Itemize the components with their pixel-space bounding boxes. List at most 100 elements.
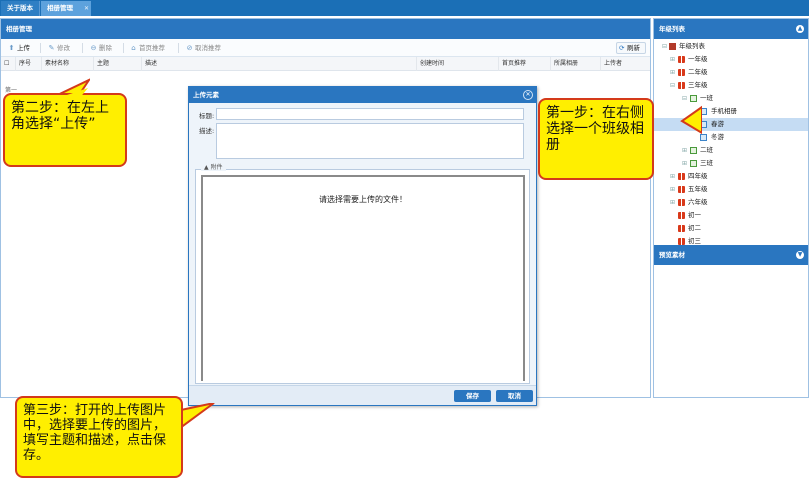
tree-item-label: 初二 xyxy=(688,224,701,232)
callout-step1: 第一步：在右侧选择一个班级相册 xyxy=(538,98,654,180)
column-header[interactable]: 主题 xyxy=(93,57,141,71)
class-icon xyxy=(690,147,697,154)
callout-step2: 第二步：在左上角选择“上传” xyxy=(3,93,127,167)
title-label: 标题: xyxy=(199,112,215,120)
edit-label: 修改 xyxy=(57,44,70,52)
grade-icon xyxy=(678,238,685,245)
class-icon xyxy=(690,95,697,102)
expand-icon[interactable]: ⊞ xyxy=(670,170,676,183)
tree-item-label: 年级列表 xyxy=(679,42,705,50)
panel-title: 年级列表 xyxy=(654,19,808,39)
collapse-icon[interactable]: ▼ xyxy=(796,251,804,259)
edit-button[interactable]: ✎ 修改 xyxy=(47,42,77,54)
tree-item-class[interactable]: ⊞ 二班 xyxy=(654,144,808,157)
expand-icon[interactable]: ⊞ xyxy=(670,196,676,209)
column-header[interactable]: 描述 xyxy=(141,57,416,71)
tree-item-label: 春游 xyxy=(711,120,724,128)
grade-icon xyxy=(678,186,685,193)
tree-item-grade[interactable]: 初二 xyxy=(654,222,808,235)
panel-title: 相册管理 xyxy=(1,19,650,39)
grid-header: ☐ 序号 素材名称 主题 描述 创建时间 首页推荐 所属相册 上传者 xyxy=(1,57,650,71)
cancel-icon: ⊘ xyxy=(186,44,193,52)
tab-album-management[interactable]: 相册管理 ✕ xyxy=(41,1,91,16)
recommend-button[interactable]: ⌂ 首页推荐 xyxy=(129,42,173,54)
close-icon[interactable]: ✕ xyxy=(84,1,89,16)
close-icon[interactable]: ✕ xyxy=(523,90,533,100)
column-header[interactable]: 创建时间 xyxy=(416,57,498,71)
tree-item-label: 冬游 xyxy=(711,133,724,141)
list-icon xyxy=(669,43,676,50)
callout-step3: 第三步：打开的上传图片中，选择要上传的图片，填写主题和描述，点击保存。 xyxy=(15,396,183,478)
tree-item-label: 手机相册 xyxy=(711,107,737,115)
column-header[interactable]: 上传者 xyxy=(600,57,650,71)
save-button[interactable]: 保存 xyxy=(454,390,491,402)
tab-label: 关于版本 xyxy=(7,4,33,12)
toolbar-divider xyxy=(82,43,83,53)
column-header[interactable]: 序号 xyxy=(15,57,41,71)
tree-item-class[interactable]: ⊞ 三班 xyxy=(654,157,808,170)
recommend-label: 首页推荐 xyxy=(139,44,165,52)
home-icon: ⌂ xyxy=(131,44,136,52)
delete-button[interactable]: ⊖ 删除 xyxy=(89,42,119,54)
collapse-icon[interactable]: ⊟ xyxy=(670,79,676,92)
expand-icon[interactable]: ⊞ xyxy=(670,66,676,79)
tree-item-label: 一年级 xyxy=(688,55,708,63)
description-label: 描述: xyxy=(199,127,215,135)
attachment-fieldset: 请选择需要上传的文件！ xyxy=(195,169,530,384)
cancel-recommend-label: 取消推荐 xyxy=(195,44,221,52)
dialog-footer: 保存 取消 xyxy=(189,385,536,405)
description-textarea[interactable] xyxy=(216,123,524,159)
tree-item-grade[interactable]: ⊞ 一年级 xyxy=(654,53,808,66)
column-header[interactable]: 所属相册 xyxy=(550,57,600,71)
pencil-icon: ✎ xyxy=(48,44,55,52)
select-all-checkbox[interactable]: ☐ xyxy=(1,57,15,71)
tree-item-label: 三年级 xyxy=(688,81,708,89)
delete-label: 删除 xyxy=(99,44,112,52)
expand-icon[interactable]: ⊞ xyxy=(670,53,676,66)
tree-item-root[interactable]: ⊟ 年级列表 xyxy=(654,40,808,53)
upload-dialog: 上传元素 ✕ 标题: 描述: 请选择需要上传的文件！ ▲ 附件 保存 取消 xyxy=(188,86,537,406)
tree-item-label: 六年级 xyxy=(688,198,708,206)
refresh-button[interactable]: ⟳ 刷新 xyxy=(616,42,646,54)
tab-about-version[interactable]: 关于版本 xyxy=(1,1,40,16)
tree-item-grade[interactable]: 初一 xyxy=(654,209,808,222)
tree-item-grade[interactable]: ⊞ 五年级 xyxy=(654,183,808,196)
callout-tail xyxy=(680,105,702,135)
tree-item-grade[interactable]: ⊞ 四年级 xyxy=(654,170,808,183)
collapse-icon[interactable]: ⊟ xyxy=(662,40,668,53)
class-icon xyxy=(690,160,697,167)
tree-item-album[interactable]: 冬游 xyxy=(654,131,808,144)
column-header[interactable]: 素材名称 xyxy=(41,57,93,71)
refresh-label: 刷新 xyxy=(627,44,640,52)
cancel-button[interactable]: 取消 xyxy=(496,390,533,402)
expand-icon[interactable]: ⊞ xyxy=(682,144,688,157)
upload-label: 上传 xyxy=(17,44,30,52)
grade-icon xyxy=(678,56,685,63)
grade-list-panel: 年级列表 ▲ ⊟ 年级列表 ⊞ 一年级 ⊞ 二年级 ⊟ 三年级 ⊟ 一班 手机相册 春游 … xyxy=(653,18,809,398)
tree-item-label: 初一 xyxy=(688,211,701,219)
file-drop-area[interactable]: 请选择需要上传的文件！ xyxy=(201,175,525,381)
column-header[interactable]: 首页推荐 xyxy=(498,57,550,71)
tab-bar: 关于版本 相册管理 ✕ xyxy=(0,0,809,16)
tree-item-grade[interactable]: ⊞ 二年级 xyxy=(654,66,808,79)
tree-item-album[interactable]: 手机相册 xyxy=(654,105,808,118)
tree-item-label: 五年级 xyxy=(688,185,708,193)
tree-item-grade[interactable]: ⊞ 六年级 xyxy=(654,196,808,209)
attachment-legend: ▲ 附件 xyxy=(201,162,226,171)
expand-icon[interactable]: ⊞ xyxy=(682,157,688,170)
collapse-icon[interactable]: ▲ xyxy=(796,25,804,33)
dialog-title: 上传元素 xyxy=(189,87,536,103)
expand-icon[interactable]: ⊞ xyxy=(670,183,676,196)
tree-item-label: 三班 xyxy=(700,159,713,167)
tree-item-grade[interactable]: ⊟ 三年级 xyxy=(654,79,808,92)
tree-item-album-selected[interactable]: 春游 xyxy=(654,118,808,131)
tree-item-class[interactable]: ⊟ 一班 xyxy=(654,92,808,105)
delete-icon: ⊖ xyxy=(90,44,97,52)
cancel-recommend-button[interactable]: ⊘ 取消推荐 xyxy=(185,42,229,54)
grade-icon xyxy=(678,212,685,219)
upload-button[interactable]: ⬆ 上传 xyxy=(7,42,37,54)
tree-item-label: 四年级 xyxy=(688,172,708,180)
title-input[interactable] xyxy=(216,108,524,120)
grade-icon xyxy=(678,173,685,180)
refresh-icon: ⟳ xyxy=(619,44,625,52)
